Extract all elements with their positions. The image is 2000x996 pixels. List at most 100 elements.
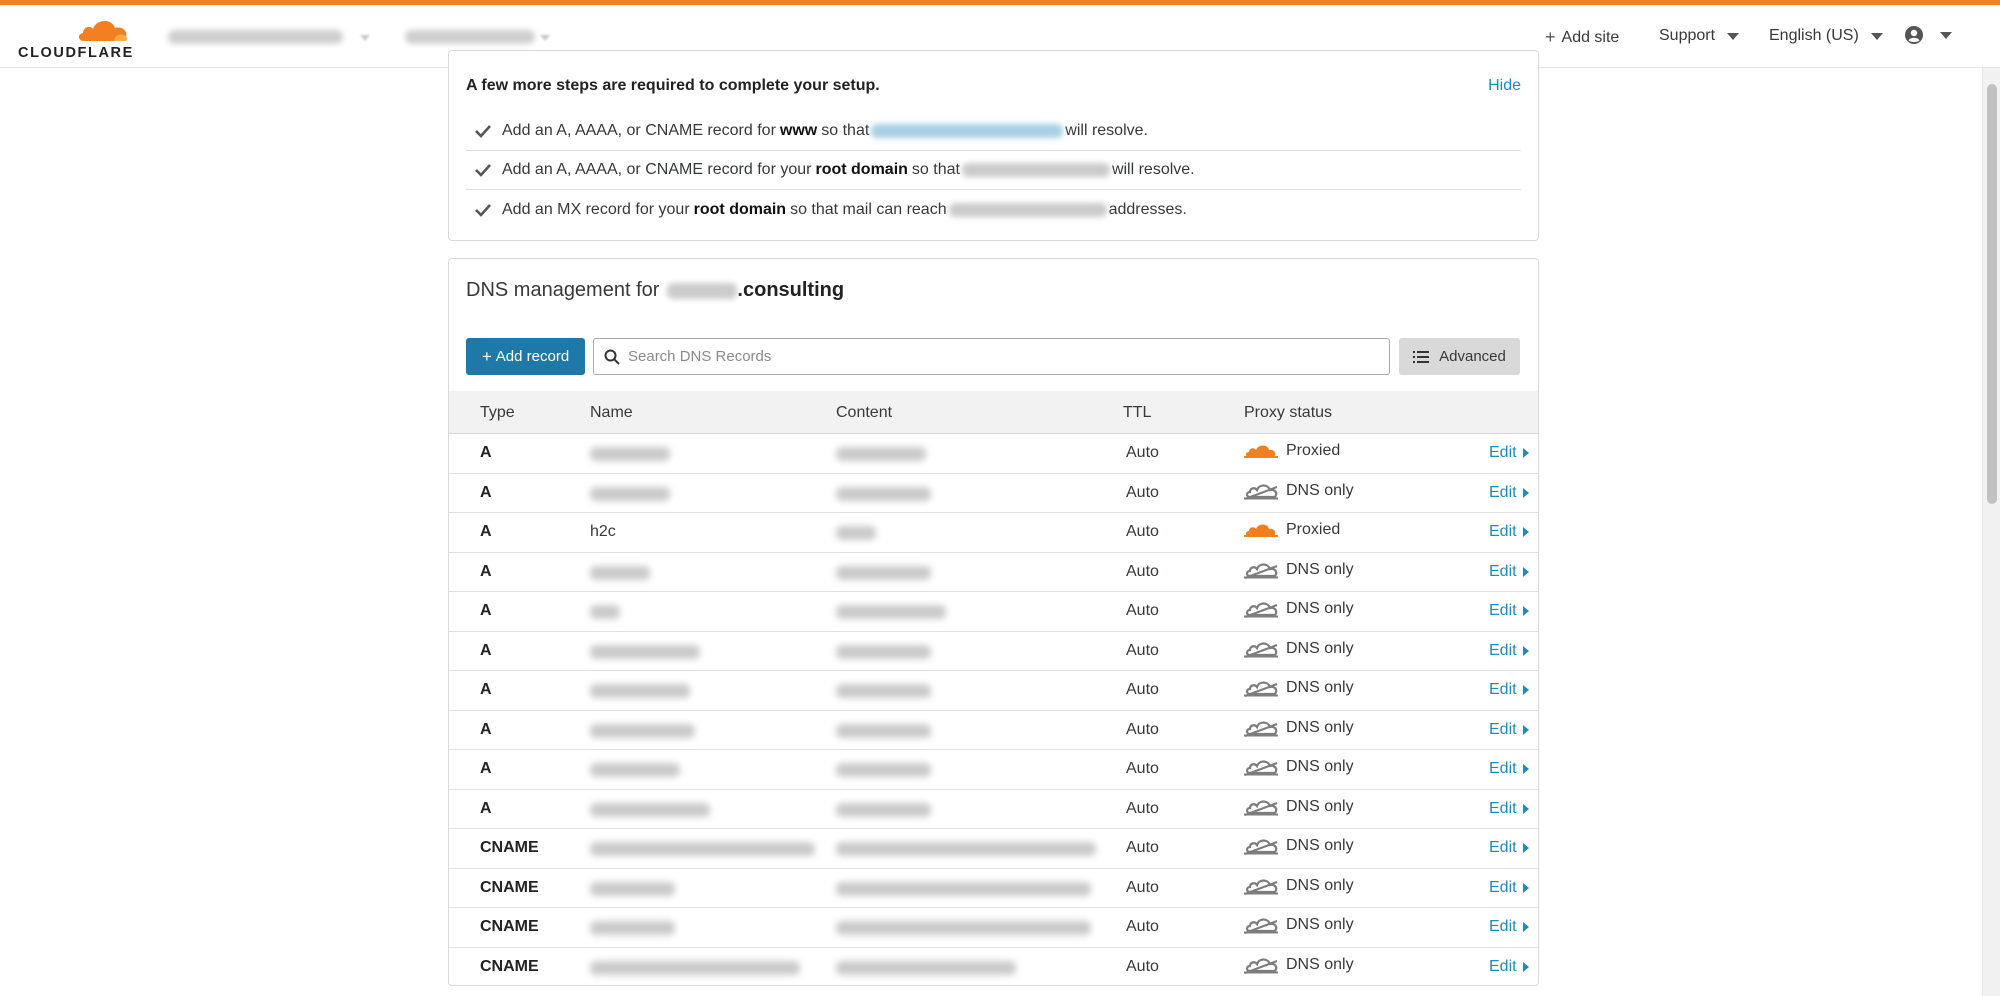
edit-record-button[interactable]: Edit [1489,918,1529,936]
setup-steps-card: A few more steps are required to complet… [448,50,1539,241]
step-emphasis: www [779,122,818,139]
redacted-record-name [590,486,670,501]
chevron-right-icon [1522,803,1529,814]
edit-label: Edit [1489,720,1517,738]
redacted-record-name [590,763,680,777]
record-ttl: Auto [1126,523,1159,540]
chevron-right-icon [1522,566,1529,577]
scrollbar-thumb[interactable] [1987,84,1997,504]
edit-label: Edit [1489,878,1517,896]
chevron-right-icon [1522,606,1529,616]
edit-label: Edit [1489,562,1517,580]
search-dns-records[interactable] [593,338,1390,375]
record-type: A [480,720,492,738]
add-record-button[interactable]: + Add record [466,338,585,375]
table-row[interactable]: A Auto DNS only Edit [449,592,1538,632]
edit-record-button[interactable]: Edit [1489,879,1529,897]
table-row[interactable]: A Auto DNS only Edit [449,632,1538,671]
redacted-record-name [590,684,690,698]
table-row[interactable]: A Auto DNS only Edit [449,671,1538,711]
edit-record-button[interactable]: Edit [1489,800,1529,818]
edit-record-button[interactable]: Edit [1489,484,1529,502]
cloudflare-logo[interactable]: CLOUDFLARE [18,15,134,61]
dns-records-table: A Auto Proxied Edit A Auto DNS only Edit Ah2c Aut… [449,434,1538,986]
table-row[interactable]: A Auto DNS only Edit [449,474,1538,513]
advanced-button[interactable]: Advanced [1399,338,1520,375]
table-row[interactable]: A Auto DNS only Edit [449,790,1538,829]
proxy-status: DNS only [1244,837,1354,855]
table-row[interactable]: A Auto DNS only Edit [449,711,1538,750]
edit-record-button[interactable]: Edit [1489,760,1529,778]
record-type: A [480,602,492,619]
table-row[interactable]: A Auto DNS only Edit [449,750,1538,790]
redacted-record-name [590,842,815,856]
plus-icon: + [1545,27,1556,47]
edit-record-button[interactable]: Edit [1489,839,1529,857]
dns-only-cloud-icon [1244,758,1278,776]
chevron-down-icon [360,35,370,41]
record-type: A [480,760,492,777]
setup-step: Add an A, AAAA, or CNAME record for your… [466,151,1521,190]
table-row[interactable]: Ah2c Auto Proxied Edit [449,513,1538,553]
table-row[interactable]: CNAME Auto DNS only Edit [449,908,1538,948]
dns-only-cloud-icon [1244,798,1278,816]
column-name[interactable]: Name [590,404,633,422]
edit-label: Edit [1489,523,1517,540]
support-menu[interactable]: Support [1659,27,1740,45]
proxy-status: DNS only [1244,640,1354,658]
edit-label: Edit [1489,799,1517,817]
add-site-button[interactable]: + Add site [1545,27,1619,48]
edit-record-button[interactable]: Edit [1489,721,1529,739]
proxied-cloud-icon [1244,443,1278,459]
redacted-domain [948,202,1107,217]
column-ttl[interactable]: TTL [1123,404,1151,422]
search-input[interactable] [626,347,1389,366]
redacted-record-content [836,763,931,777]
column-proxy-status[interactable]: Proxy status [1244,404,1332,422]
account-menu[interactable] [1904,25,1952,45]
table-row[interactable]: A Auto Proxied Edit [449,434,1538,474]
list-icon [1413,350,1430,363]
redacted-domain [961,163,1110,177]
edit-record-button[interactable]: Edit [1489,958,1529,976]
account-selector[interactable] [168,30,343,44]
redacted-record-name [590,565,650,580]
proxy-status: DNS only [1244,798,1354,816]
proxy-status-label: Proxied [1286,521,1341,538]
redacted-record-name [590,447,670,461]
scrollbar[interactable] [1982,68,2000,996]
setup-title: A few more steps are required to complet… [466,77,880,94]
proxy-status-label: DNS only [1286,916,1354,933]
setup-step: Add an A, AAAA, or CNAME record for www … [466,112,1521,151]
redacted-hostname-link[interactable] [871,124,1064,138]
chevron-down-icon [1727,32,1740,40]
dns-only-cloud-icon [1244,600,1278,618]
table-row[interactable]: CNAME Auto DNS only Edit [449,829,1538,869]
edit-record-button[interactable]: Edit [1489,642,1529,660]
record-type: A [480,562,492,580]
table-row[interactable]: A Auto DNS only Edit [449,553,1538,592]
proxy-status-label: DNS only [1286,718,1354,736]
record-type: A [480,799,492,817]
edit-label: Edit [1489,602,1517,619]
zone-selector[interactable] [405,30,535,44]
column-content[interactable]: Content [836,404,892,422]
record-type: A [480,523,492,540]
step-text: so that mail can reach [790,200,947,218]
record-type: A [480,483,492,501]
edit-record-button[interactable]: Edit [1489,602,1529,620]
edit-record-button[interactable]: Edit [1489,523,1529,541]
edit-record-button[interactable]: Edit [1489,681,1529,699]
edit-record-button[interactable]: Edit [1489,444,1529,462]
hide-link[interactable]: Hide [1488,77,1521,95]
table-row[interactable]: CNAME Auto DNS only Edit [449,869,1538,908]
redacted-record-content [836,447,926,461]
language-menu[interactable]: English (US) [1769,27,1883,45]
proxy-status: DNS only [1244,956,1354,974]
edit-record-button[interactable]: Edit [1489,563,1529,581]
edit-label: Edit [1489,839,1517,856]
table-row[interactable]: CNAME Auto DNS only Edit [449,948,1538,986]
redacted-record-content [836,526,876,540]
proxy-status: Proxied [1244,442,1340,460]
column-type[interactable]: Type [480,404,515,422]
